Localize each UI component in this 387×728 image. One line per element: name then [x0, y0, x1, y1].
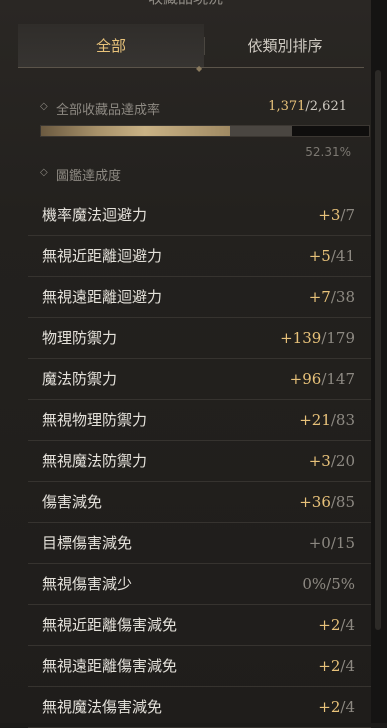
stat-value: +36/85 [299, 482, 355, 522]
stat-current: +2 [318, 616, 341, 634]
stat-total: /38 [330, 288, 355, 306]
achievement-percent: 52.31% [305, 145, 351, 159]
tab-by-category[interactable]: 依類別排序 [206, 24, 364, 68]
stat-list: 機率魔法迴避力 +3/7 無視近距離迴避力 +5/41 無視遠距離迴避力 +7/38 物理防… [28, 195, 371, 728]
stat-total: /41 [330, 247, 355, 265]
stat-total: /83 [330, 411, 355, 429]
tab-underline [18, 67, 364, 68]
stat-total: /15 [330, 534, 355, 552]
stat-current: +21 [299, 411, 331, 429]
stat-current: +3 [308, 452, 331, 470]
stat-total: /4 [340, 698, 355, 716]
collection-panel: 收藏品現況 全部 依類別排序 ◆ ◇ 全部收藏品達成率 1,371/2,621 … [0, 0, 371, 728]
stat-name: 無視傷害減少 [42, 575, 133, 593]
stat-total: /147 [321, 370, 355, 388]
stat-total: /179 [321, 329, 355, 347]
stat-name: 無視近距離傷害減免 [42, 616, 178, 634]
achievement-progress-bar [40, 125, 370, 137]
stat-current: +3 [318, 206, 341, 224]
achievement-label: 全部收藏品達成率 [56, 103, 161, 118]
stat-name: 無視物理防禦力 [42, 411, 148, 429]
stat-total: /20 [330, 452, 355, 470]
stat-row: 無視魔法防禦力 +3/20 [28, 441, 371, 482]
stat-total: /5% [326, 575, 355, 593]
progress-secondary [230, 126, 292, 136]
title-strip: 收藏品現況 [0, 0, 371, 10]
stat-value: +5/41 [309, 236, 355, 276]
tab-bar: 全部 依類別排序 ◆ [0, 24, 371, 73]
stat-total: /4 [340, 616, 355, 634]
achievement-total: /2,621 [305, 99, 347, 114]
stat-name: 機率魔法迴避力 [42, 206, 148, 224]
tab-all[interactable]: 全部 [18, 24, 204, 68]
stat-value: +2/4 [318, 646, 355, 686]
stat-name: 目標傷害減免 [42, 534, 133, 552]
stat-row: 無視遠距離傷害減免 +2/4 [28, 646, 371, 687]
stat-name: 無視近距離迴避力 [42, 247, 163, 265]
stat-value: +139/179 [280, 318, 355, 358]
stat-row: 無視魔法傷害減免 +2/4 [28, 687, 371, 728]
stat-row: 無視近距離傷害減免 +2/4 [28, 605, 371, 646]
stat-current: +2 [318, 657, 341, 675]
scrollbar-thumb[interactable] [375, 70, 381, 630]
stat-row: 無視近距離迴避力 +5/41 [28, 236, 371, 277]
stat-current: 0% [302, 575, 327, 593]
stat-row: 魔法防禦力 +96/147 [28, 359, 371, 400]
stat-value: +96/147 [290, 359, 355, 399]
stat-row: 無視遠距離迴避力 +7/38 [28, 277, 371, 318]
stat-current: +5 [308, 247, 331, 265]
diamond-icon: ◇ [40, 167, 48, 178]
stat-current: +96 [289, 370, 322, 388]
stat-row: 機率魔法迴避力 +3/7 [28, 195, 371, 236]
achievement-current: 1,371 [268, 99, 306, 114]
achievement-value: 1,371/2,621 [268, 99, 347, 114]
stat-row: 目標傷害減免 +0/15 [28, 523, 371, 564]
stat-row: 傷害減免 +36/85 [28, 482, 371, 523]
diamond-icon: ◇ [40, 101, 48, 112]
stat-name: 魔法防禦力 [42, 370, 118, 388]
tab-divider [204, 37, 205, 55]
stat-current: +7 [308, 288, 331, 306]
stat-current: +36 [299, 493, 331, 511]
stat-name: 無視遠距離迴避力 [42, 288, 163, 306]
panel-title: 收藏品現況 [0, 0, 371, 8]
stat-total: /85 [330, 493, 355, 511]
stat-name: 無視魔法防禦力 [42, 452, 148, 470]
stat-name: 無視魔法傷害減免 [42, 698, 163, 716]
stat-current: +2 [318, 698, 341, 716]
stat-row: 物理防禦力 +139/179 [28, 318, 371, 359]
stat-total: /7 [340, 206, 355, 224]
stat-name: 物理防禦力 [42, 329, 118, 347]
stat-row: 無視物理防禦力 +21/83 [28, 400, 371, 441]
stat-value: +7/38 [309, 277, 355, 317]
stat-value: +3/20 [309, 441, 355, 481]
codex-section-label: 圖鑑達成度 [56, 169, 122, 184]
stat-current: +0 [308, 534, 331, 552]
stat-total: /4 [340, 657, 355, 675]
stat-name: 無視遠距離傷害減免 [42, 657, 178, 675]
progress-fill [41, 126, 230, 136]
stat-value: +2/4 [318, 605, 355, 645]
stat-name: 傷害減免 [42, 493, 103, 511]
stat-value: 0%/5% [302, 564, 355, 604]
stat-value: +0/15 [309, 523, 355, 563]
stat-value: +2/4 [318, 687, 355, 727]
ornament-icon: ◆ [196, 64, 203, 73]
stat-value: +21/83 [299, 400, 355, 440]
stat-row: 無視傷害減少 0%/5% [28, 564, 371, 605]
stat-current: +139 [280, 329, 322, 347]
stat-value: +3/7 [318, 195, 355, 235]
